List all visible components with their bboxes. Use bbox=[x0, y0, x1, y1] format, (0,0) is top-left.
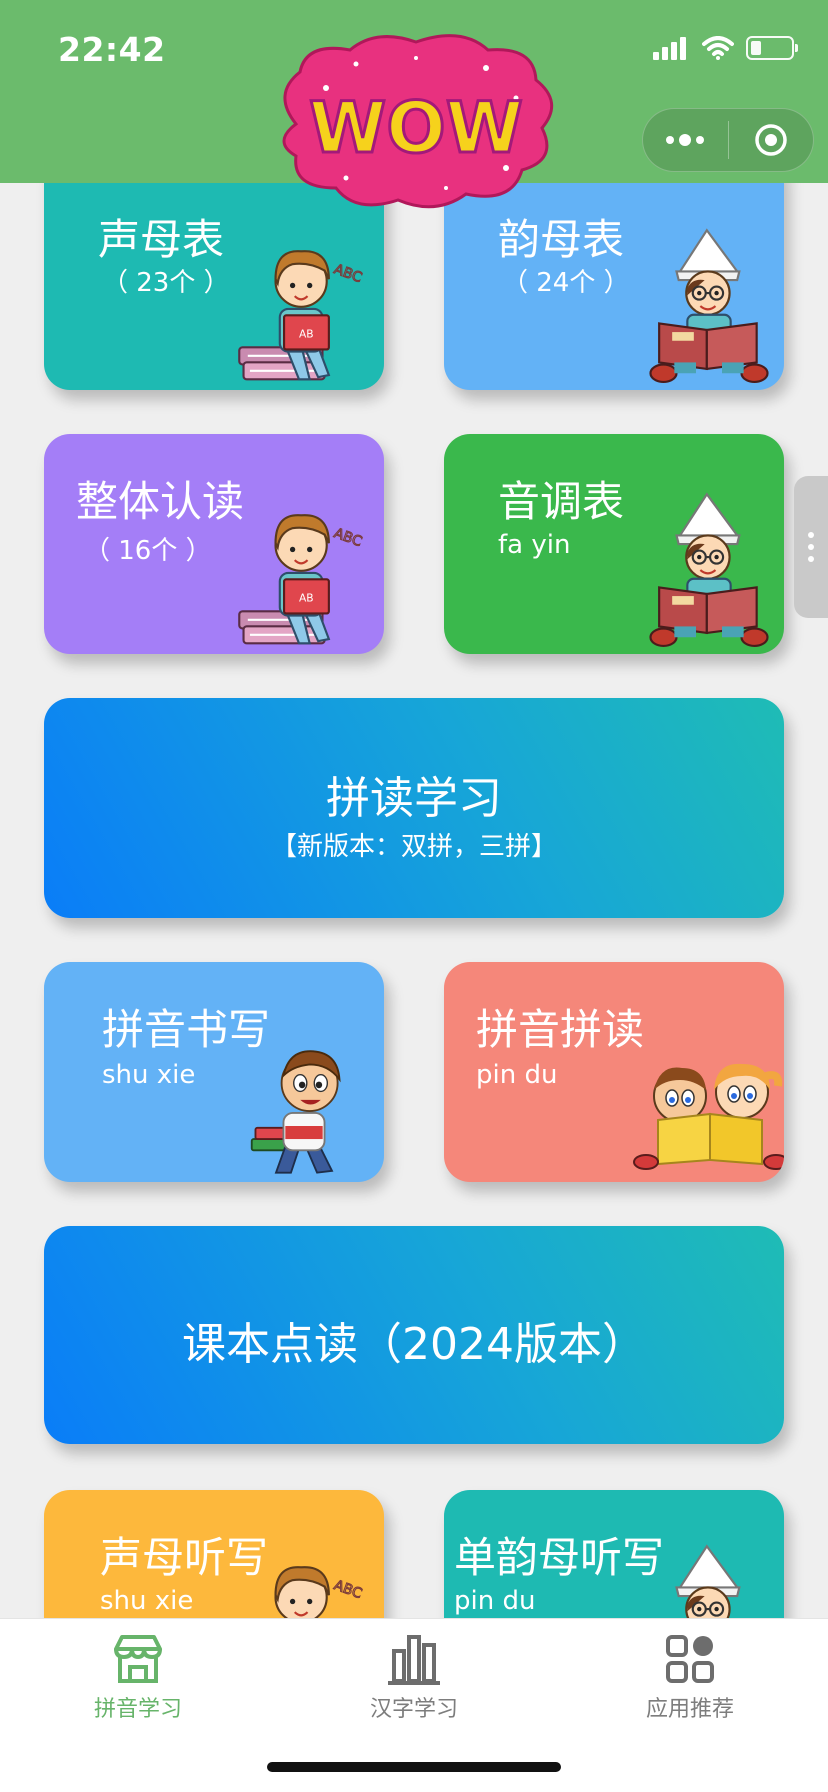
home-indicator bbox=[267, 1762, 561, 1772]
signal-icon bbox=[653, 37, 686, 60]
side-menu-handle[interactable] bbox=[794, 476, 828, 618]
card-title: 单韵母听写 bbox=[454, 1533, 665, 1582]
bar-chart-icon bbox=[388, 1635, 440, 1685]
shop-icon bbox=[114, 1635, 162, 1683]
card-pinyin-shuxie[interactable]: 拼音书写 shu xie bbox=[44, 962, 384, 1182]
more-dots-icon bbox=[666, 134, 705, 146]
card-subtitle: pin du bbox=[454, 1586, 536, 1616]
tab-pinyin-study[interactable]: 拼音学习 bbox=[58, 1631, 218, 1723]
card-subtitle: 【新版本：双拼，三拼】 bbox=[270, 832, 557, 862]
card-title: 整体认读 bbox=[76, 477, 245, 526]
mini-program-capsule bbox=[642, 108, 814, 172]
apps-grid-icon bbox=[666, 1635, 714, 1683]
battery-icon bbox=[746, 36, 798, 60]
card-title: 拼音拼读 bbox=[476, 1005, 645, 1054]
boy-hat-reading-illustration bbox=[644, 484, 774, 654]
boy-hat-reading-illustration bbox=[644, 220, 774, 390]
girl-reading-illustration bbox=[234, 494, 364, 654]
boy-hat-reading-illustration bbox=[644, 1536, 774, 1620]
girl-reading-illustration bbox=[234, 1546, 364, 1620]
tab-label: 拼音学习 bbox=[93, 1697, 182, 1722]
tab-label: 应用推荐 bbox=[645, 1697, 734, 1722]
card-textbook-reading[interactable]: 课本点读（2024版本） bbox=[44, 1226, 784, 1444]
more-button[interactable] bbox=[643, 109, 728, 171]
wow-logo-text: WOW bbox=[309, 87, 523, 169]
tab-label: 汉字学习 bbox=[369, 1697, 458, 1722]
card-yindiao-table[interactable]: 音调表 fa yin bbox=[444, 434, 784, 654]
card-subtitle: （ 23个 ） bbox=[102, 268, 230, 298]
card-zhengti-rendu[interactable]: 整体认读 （ 16个 ） bbox=[44, 434, 384, 654]
card-subtitle: （ 24个 ） bbox=[502, 268, 630, 298]
battery-level bbox=[751, 41, 761, 55]
card-danyunmu-dictation[interactable]: 单韵母听写 pin du bbox=[444, 1490, 784, 1620]
top-header: 22:42 WOW bbox=[0, 0, 828, 209]
tab-app-recommend[interactable]: 应用推荐 bbox=[610, 1631, 770, 1723]
card-pindu-study[interactable]: 拼读学习 【新版本：双拼，三拼】 bbox=[44, 698, 784, 918]
card-subtitle: fa yin bbox=[498, 530, 571, 560]
status-time: 22:42 bbox=[58, 30, 166, 69]
card-subtitle: shu xie bbox=[100, 1586, 194, 1616]
card-title: 课本点读（2024版本） bbox=[182, 1319, 646, 1370]
card-shengmu-dictation[interactable]: 声母听写 shu xie bbox=[44, 1490, 384, 1620]
card-title: 拼读学习 bbox=[326, 773, 502, 824]
target-close-icon bbox=[755, 124, 787, 156]
wifi-icon bbox=[702, 36, 734, 60]
card-subtitle: （ 16个 ） bbox=[84, 536, 212, 566]
card-title: 声母表 bbox=[98, 215, 225, 264]
card-title: 音调表 bbox=[498, 477, 625, 526]
status-icons bbox=[652, 36, 798, 60]
close-button[interactable] bbox=[729, 109, 814, 171]
card-grid: 声母表 （ 23个 ） 韵母表 （ 24个 ） 整体认读 （ 16个 ） 音调表… bbox=[0, 0, 828, 1620]
card-subtitle: shu xie bbox=[102, 1060, 196, 1090]
tab-hanzi-study[interactable]: 汉字学习 bbox=[334, 1631, 494, 1723]
card-subtitle: pin du bbox=[476, 1060, 558, 1090]
boy-books-illustration bbox=[244, 1042, 364, 1182]
card-pinyin-pindu[interactable]: 拼音拼读 pin du bbox=[444, 962, 784, 1182]
wow-logo: WOW bbox=[282, 34, 553, 209]
girl-reading-illustration bbox=[234, 230, 364, 390]
kids-reading-illustration bbox=[630, 1056, 784, 1176]
